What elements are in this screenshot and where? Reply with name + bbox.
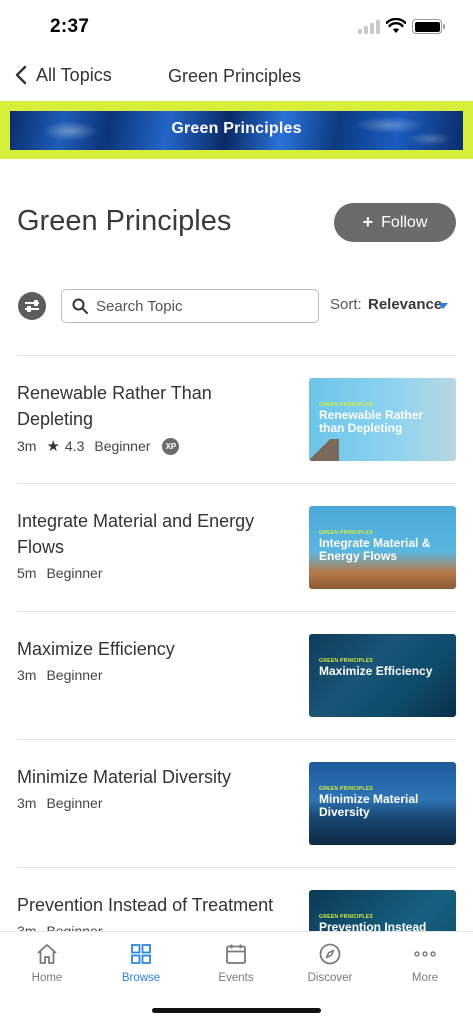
search-icon bbox=[72, 298, 88, 314]
item-duration: 3m bbox=[17, 438, 37, 454]
sort-label: Sort: bbox=[330, 296, 362, 313]
tab-events[interactable]: Events bbox=[191, 940, 281, 984]
item-level: Beginner bbox=[94, 438, 151, 454]
sort-dropdown[interactable]: Relevance bbox=[368, 296, 442, 313]
item-duration: 5m bbox=[17, 565, 37, 581]
tab-home[interactable]: Home bbox=[2, 940, 92, 984]
search-box[interactable] bbox=[61, 289, 319, 323]
grid-icon bbox=[131, 944, 151, 964]
tab-label: Browse bbox=[121, 972, 161, 984]
item-duration: 3m bbox=[17, 795, 37, 811]
item-title: Maximize Efficiency bbox=[17, 639, 175, 659]
follow-label: Follow bbox=[381, 213, 428, 231]
search-input[interactable] bbox=[96, 297, 306, 315]
tab-more[interactable]: More bbox=[380, 940, 470, 984]
banner-image: Green Principles bbox=[10, 111, 463, 150]
item-meta: 3m Beginner bbox=[17, 667, 113, 683]
wifi-icon bbox=[386, 18, 406, 33]
item-rating: 4.3 bbox=[64, 438, 85, 454]
follow-button[interactable]: + Follow bbox=[334, 203, 456, 242]
thumb-title: Maximize Efficiency bbox=[319, 664, 433, 678]
tab-label: Discover bbox=[307, 972, 353, 984]
banner-text: Green Principles bbox=[171, 120, 302, 137]
tab-discover[interactable]: Discover bbox=[285, 940, 375, 984]
item-thumbnail: GREEN PRINCIPLES Minimize Material Diver… bbox=[309, 762, 456, 845]
item-thumbnail: GREEN PRINCIPLES Renewable Rather than D… bbox=[309, 378, 456, 461]
thumb-title: Minimize Material Diversity bbox=[319, 792, 419, 819]
cellular-signal-icon bbox=[358, 20, 380, 34]
list-item[interactable]: Renewable Rather Than Depleting 3m ★ 4.3… bbox=[17, 355, 456, 483]
list-item[interactable]: Maximize Efficiency 3m Beginner GREEN PR… bbox=[17, 611, 456, 739]
topic-list: Renewable Rather Than Depleting 3m ★ 4.3… bbox=[17, 355, 456, 995]
thumb-title: Renewable Rather than Depleting bbox=[319, 408, 424, 435]
item-title: Renewable Rather Than Depleting bbox=[17, 383, 212, 429]
tab-label: Events bbox=[218, 972, 254, 984]
list-item[interactable]: Minimize Material Diversity 3m Beginner … bbox=[17, 739, 456, 867]
tab-label: Home bbox=[31, 972, 63, 984]
ellipsis-icon bbox=[414, 951, 436, 957]
item-title: Integrate Material and Energy Flows bbox=[17, 511, 255, 557]
filter-icon[interactable] bbox=[18, 292, 46, 320]
item-level: Beginner bbox=[46, 795, 103, 811]
back-button[interactable]: All Topics bbox=[12, 64, 112, 86]
topic-banner: Green Principles bbox=[0, 101, 473, 159]
thumb-title: Integrate Material & Energy Flows bbox=[319, 536, 431, 563]
tab-label: More bbox=[411, 972, 439, 984]
item-level: Beginner bbox=[46, 667, 103, 683]
item-meta: 3m ★ 4.3 Beginner XP bbox=[17, 437, 180, 455]
list-item[interactable]: Integrate Material and Energy Flows 5m B… bbox=[17, 483, 456, 611]
xp-badge: XP bbox=[162, 437, 180, 455]
item-meta: 3m Beginner bbox=[17, 795, 113, 811]
caret-down-icon[interactable] bbox=[438, 303, 448, 309]
star-icon: ★ bbox=[46, 438, 60, 455]
nav-bar: All Topics Green Principles bbox=[0, 52, 473, 100]
item-title: Minimize Material Diversity bbox=[17, 767, 232, 787]
tab-browse[interactable]: Browse bbox=[96, 940, 186, 984]
plus-icon: + bbox=[362, 212, 374, 232]
item-meta: 5m Beginner bbox=[17, 565, 113, 581]
item-duration: 3m bbox=[17, 667, 37, 683]
compass-icon bbox=[319, 943, 341, 965]
item-thumbnail: GREEN PRINCIPLES Maximize Efficiency bbox=[309, 634, 456, 717]
status-bar: 2:37 bbox=[0, 0, 473, 52]
item-title: Prevention Instead of Treatment bbox=[17, 895, 274, 915]
status-time: 2:37 bbox=[50, 16, 90, 37]
home-indicator bbox=[152, 1008, 321, 1013]
home-icon bbox=[37, 944, 57, 964]
back-label: All Topics bbox=[36, 64, 112, 85]
item-level: Beginner bbox=[46, 565, 103, 581]
calendar-icon bbox=[226, 944, 246, 964]
nav-title: Green Principles bbox=[168, 66, 302, 86]
battery-icon bbox=[412, 19, 445, 34]
item-thumbnail: GREEN PRINCIPLES Integrate Material & En… bbox=[309, 506, 456, 589]
page-title: Green Principles bbox=[17, 205, 232, 237]
chevron-left-icon bbox=[15, 65, 27, 85]
